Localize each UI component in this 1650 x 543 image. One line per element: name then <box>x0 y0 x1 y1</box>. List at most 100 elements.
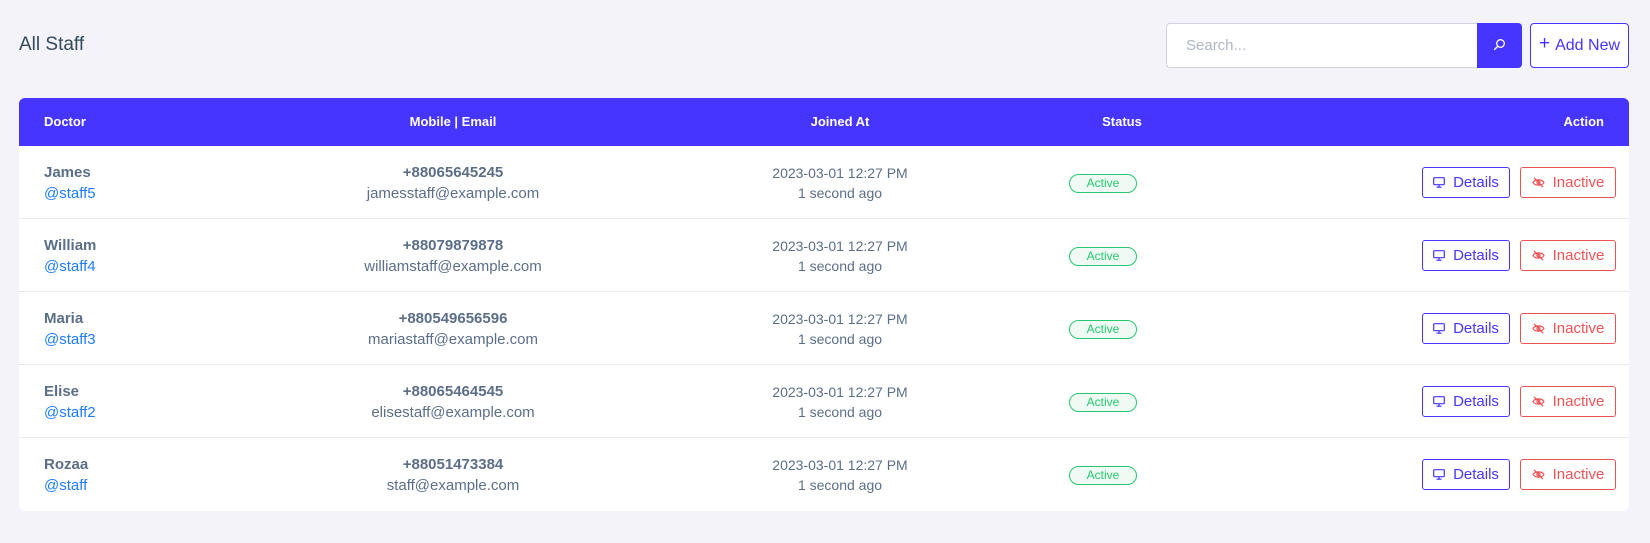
header-contact: Mobile | Email <box>409 114 497 129</box>
contact-cell: +88051473384 staff@example.com <box>253 455 653 497</box>
details-button[interactable]: Details <box>1422 459 1510 490</box>
desktop-icon <box>1433 250 1445 261</box>
page-title: All Staff <box>19 34 85 55</box>
staff-email: staff@example.com <box>386 477 520 494</box>
staff-mobile: +88051473384 <box>402 456 504 473</box>
inactive-button[interactable]: Inactive <box>1520 386 1616 417</box>
action-cell: Details Inactive <box>1422 459 1616 490</box>
staff-name: Elise <box>44 383 80 400</box>
status-cell: Active <box>1069 466 1139 485</box>
details-label: Details <box>1453 320 1499 337</box>
details-label: Details <box>1453 247 1499 264</box>
inactive-label: Inactive <box>1552 320 1605 337</box>
staff-email: mariastaff@example.com <box>367 331 538 348</box>
eye-slash-icon <box>1531 177 1545 188</box>
staff-table: Doctor Mobile | Email Joined At Status A… <box>19 98 1629 511</box>
status-cell: Active <box>1069 174 1139 193</box>
doctor-cell: James @staff5 <box>44 163 96 205</box>
eye-slash-icon <box>1531 323 1545 334</box>
inactive-label: Inactive <box>1552 393 1605 410</box>
search-icon <box>1493 38 1506 54</box>
eye-slash-icon <box>1531 396 1545 407</box>
details-label: Details <box>1453 466 1499 483</box>
details-button[interactable]: Details <box>1422 313 1510 344</box>
staff-name: Rozaa <box>44 456 89 473</box>
joined-date: 2023-03-01 12:27 PM <box>772 238 908 254</box>
table-row: Elise @staff2 +88065464545 elisestaff@ex… <box>19 365 1629 438</box>
inactive-button[interactable]: Inactive <box>1520 459 1616 490</box>
joined-cell: 2023-03-01 12:27 PM 1 second ago <box>640 382 1040 422</box>
staff-username-link[interactable]: @staff3 <box>44 329 96 351</box>
inactive-button[interactable]: Inactive <box>1520 240 1616 271</box>
joined-ago: 1 second ago <box>797 331 883 347</box>
add-new-label: Add New <box>1555 36 1621 54</box>
desktop-icon <box>1433 396 1445 407</box>
action-cell: Details Inactive <box>1422 386 1616 417</box>
staff-mobile: +88079879878 <box>402 237 504 254</box>
status-badge: Active <box>1069 174 1137 193</box>
status-cell: Active <box>1069 393 1139 412</box>
joined-date: 2023-03-01 12:27 PM <box>772 311 908 327</box>
header-doctor: Doctor <box>44 114 86 129</box>
staff-name: William <box>44 237 97 254</box>
inactive-button[interactable]: Inactive <box>1520 167 1616 198</box>
action-cell: Details Inactive <box>1422 240 1616 271</box>
joined-date: 2023-03-01 12:27 PM <box>772 384 908 400</box>
table-row: Maria @staff3 +880549656596 mariastaff@e… <box>19 292 1629 365</box>
staff-email: jamesstaff@example.com <box>366 185 540 202</box>
contact-cell: +880549656596 mariastaff@example.com <box>253 309 653 351</box>
staff-mobile: +88065645245 <box>402 164 504 181</box>
contact-cell: +88065645245 jamesstaff@example.com <box>253 163 653 205</box>
staff-mobile: +880549656596 <box>398 310 508 327</box>
joined-date: 2023-03-01 12:27 PM <box>772 457 908 473</box>
table-row: Rozaa @staff +88051473384 staff@example.… <box>19 438 1629 511</box>
joined-cell: 2023-03-01 12:27 PM 1 second ago <box>640 455 1040 495</box>
header-action: Action <box>1563 114 1604 129</box>
joined-date: 2023-03-01 12:27 PM <box>772 165 908 181</box>
staff-name: James <box>44 164 91 181</box>
staff-email: williamstaff@example.com <box>364 258 542 275</box>
header-joined: Joined At <box>810 114 870 129</box>
staff-username-link[interactable]: @staff5 <box>44 183 96 205</box>
desktop-icon <box>1433 469 1445 480</box>
status-badge: Active <box>1069 247 1137 266</box>
joined-cell: 2023-03-01 12:27 PM 1 second ago <box>640 163 1040 203</box>
contact-cell: +88065464545 elisestaff@example.com <box>253 382 653 424</box>
joined-ago: 1 second ago <box>797 404 883 420</box>
details-label: Details <box>1453 174 1499 191</box>
search-group <box>1166 23 1522 68</box>
inactive-button[interactable]: Inactive <box>1520 313 1616 344</box>
doctor-cell: William @staff4 <box>44 236 96 278</box>
joined-ago: 1 second ago <box>797 477 883 493</box>
eye-slash-icon <box>1531 250 1545 261</box>
staff-username-link[interactable]: @staff <box>44 475 88 497</box>
details-button[interactable]: Details <box>1422 240 1510 271</box>
doctor-cell: Maria @staff3 <box>44 309 96 351</box>
search-input[interactable] <box>1166 23 1477 68</box>
status-badge: Active <box>1069 466 1137 485</box>
inactive-label: Inactive <box>1552 174 1605 191</box>
staff-mobile: +88065464545 <box>402 383 504 400</box>
status-badge: Active <box>1069 393 1137 412</box>
status-cell: Active <box>1069 320 1139 339</box>
table-header: Doctor Mobile | Email Joined At Status A… <box>19 98 1629 146</box>
inactive-label: Inactive <box>1552 247 1605 264</box>
details-label: Details <box>1453 393 1499 410</box>
add-new-button[interactable]: + Add New <box>1530 23 1629 68</box>
eye-slash-icon <box>1531 469 1545 480</box>
doctor-cell: Rozaa @staff <box>44 455 88 497</box>
staff-username-link[interactable]: @staff4 <box>44 256 96 278</box>
search-button[interactable] <box>1477 23 1522 68</box>
staff-name: Maria <box>44 310 84 327</box>
staff-username-link[interactable]: @staff2 <box>44 402 96 424</box>
details-button[interactable]: Details <box>1422 386 1510 417</box>
staff-page: All Staff + Add New Doctor Mobile | Emai… <box>0 0 1650 543</box>
table-row: James @staff5 +88065645245 jamesstaff@ex… <box>19 146 1629 219</box>
desktop-icon <box>1433 177 1445 188</box>
plus-icon: + <box>1538 33 1551 54</box>
details-button[interactable]: Details <box>1422 167 1510 198</box>
action-cell: Details Inactive <box>1422 167 1616 198</box>
header-status: Status <box>1102 114 1142 129</box>
doctor-cell: Elise @staff2 <box>44 382 96 424</box>
status-badge: Active <box>1069 320 1137 339</box>
